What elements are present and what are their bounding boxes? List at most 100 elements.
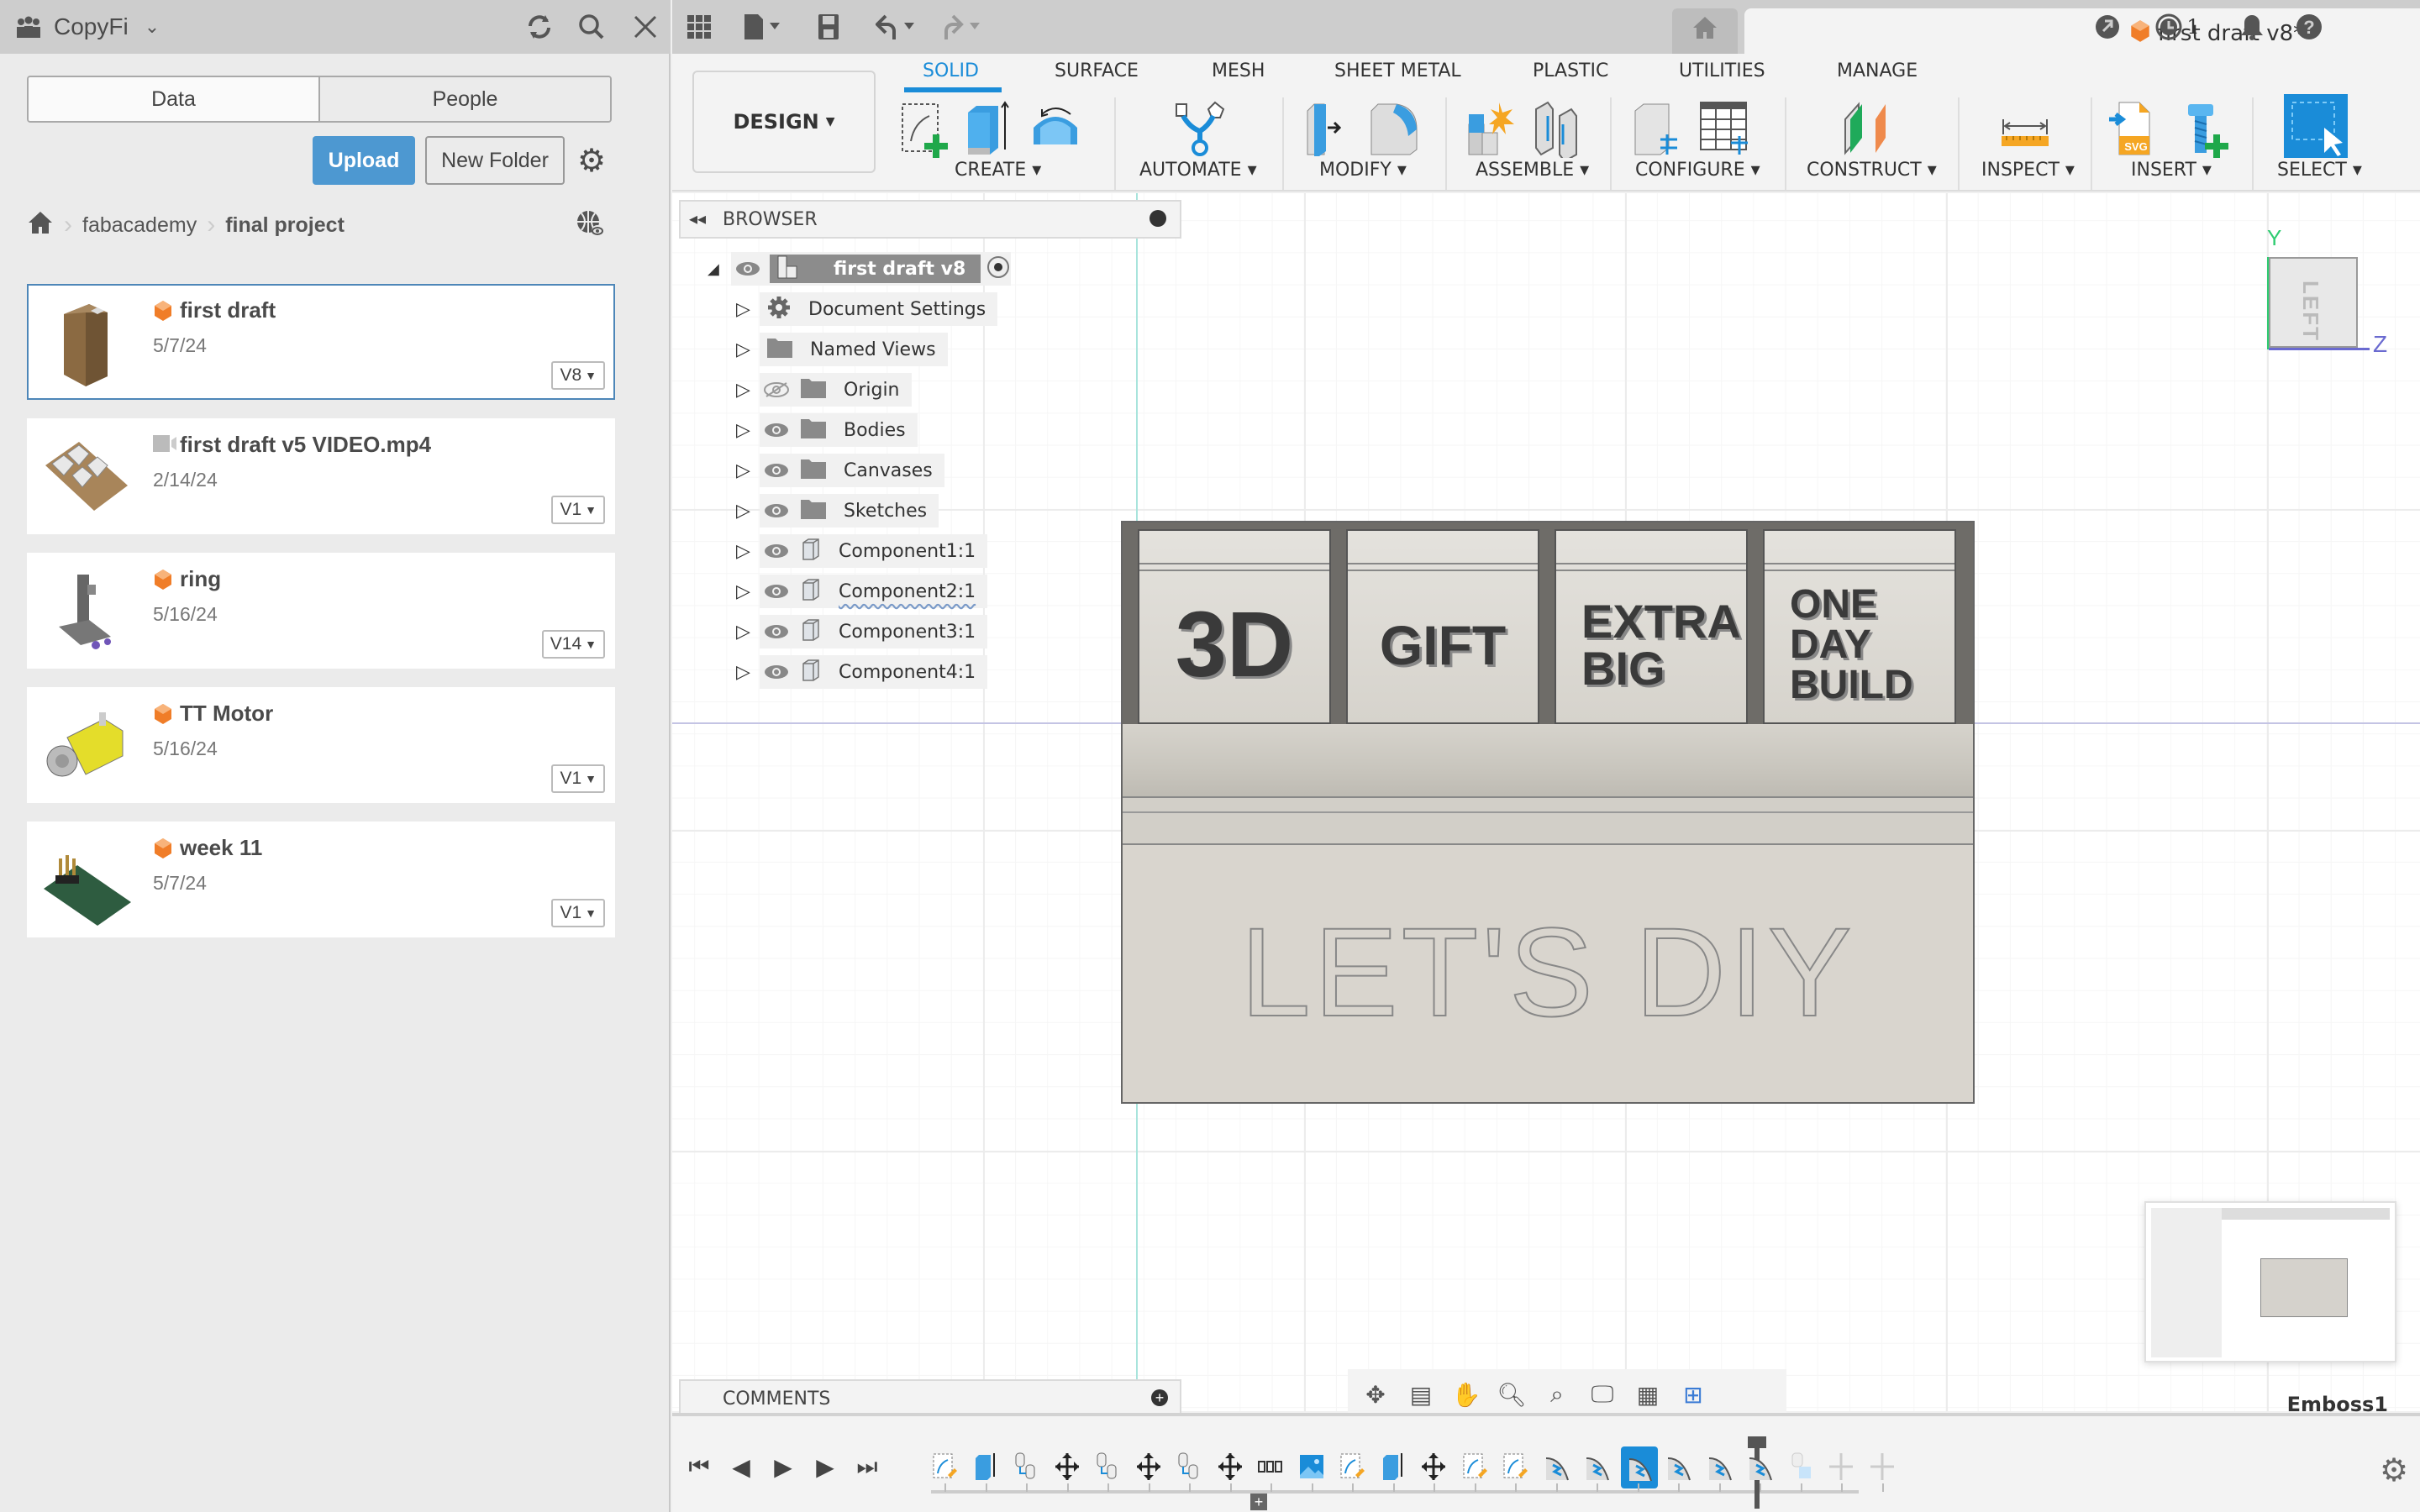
version-dropdown[interactable]: V14 ▼ [541, 630, 605, 659]
file-card[interactable]: ring 5/16/24 V14 ▼ [27, 553, 615, 669]
browser-tree-row[interactable]: ▷ Document Settings [736, 292, 998, 326]
timeline-feature-move-off-icon[interactable] [1865, 1450, 1899, 1483]
timeline-feature-emboss-icon[interactable] [1539, 1450, 1573, 1483]
step-forward-icon[interactable]: ▶ [808, 1450, 842, 1483]
team-hub-name[interactable]: CopyFi [54, 12, 129, 42]
timeline-feature-extrude-icon[interactable] [969, 1450, 1002, 1483]
close-panel-icon[interactable] [627, 12, 664, 42]
grid-settings-icon[interactable]: ▦ [1628, 1375, 1667, 1414]
version-dropdown[interactable]: V1 ▼ [551, 496, 605, 524]
expand-triangle-icon[interactable]: ▷ [736, 459, 760, 481]
tab-sheet-metal[interactable]: SHEET METAL [1334, 60, 1461, 81]
globe-visibility-icon[interactable] [575, 208, 605, 246]
tab-data[interactable]: Data [29, 77, 320, 121]
settings-gear-icon[interactable]: ⚙ [575, 144, 608, 178]
expand-triangle-icon[interactable]: ▷ [736, 540, 760, 562]
notifications-bell-icon[interactable] [2233, 10, 2270, 44]
tab-people[interactable]: People [320, 77, 610, 121]
expand-triangle-icon[interactable]: ▷ [736, 379, 760, 401]
browser-tree-row[interactable]: ▷ Canvases [736, 454, 944, 487]
collapse-browser-icon[interactable]: ◂◂ [689, 208, 706, 229]
save-icon[interactable] [810, 10, 847, 44]
insert-mcmaster-icon[interactable] [2180, 99, 2233, 158]
joint-icon[interactable] [1529, 99, 1583, 163]
go-to-start-icon[interactable]: ⏮ [682, 1450, 716, 1483]
visibility-eye-icon[interactable] [760, 663, 793, 681]
version-dropdown[interactable]: V8 ▼ [551, 361, 605, 390]
timeline-feature-canvas-icon[interactable] [1295, 1450, 1328, 1483]
expand-triangle-icon[interactable]: ▷ [736, 500, 760, 522]
group-assemble[interactable]: ASSEMBLE ▾ [1476, 160, 1589, 181]
timeline-feature-move-icon[interactable] [1213, 1450, 1247, 1483]
home-tab[interactable] [1672, 8, 1738, 54]
visibility-eye-icon[interactable] [760, 622, 793, 641]
timeline-settings-gear-icon[interactable]: ⚙ [2380, 1452, 2408, 1489]
group-insert[interactable]: INSERT ▾ [2131, 160, 2212, 181]
timeline-feature-emboss-icon[interactable] [1580, 1450, 1613, 1483]
timeline-feature-joint-icon[interactable] [1009, 1450, 1043, 1483]
timeline-feature-sketch-icon[interactable] [1458, 1450, 1491, 1483]
timeline-feature-sketch-icon[interactable] [1498, 1450, 1532, 1483]
file-menu-icon[interactable] [738, 10, 788, 44]
timeline-feature-joint-icon[interactable] [1172, 1450, 1206, 1483]
breadcrumb-item[interactable]: fabacademy [82, 213, 197, 238]
file-card[interactable]: week 11 5/7/24 V1 ▼ [27, 822, 615, 937]
version-dropdown[interactable]: V1 ▼ [551, 899, 605, 927]
visibility-eye-icon[interactable] [760, 461, 793, 480]
tab-plastic[interactable]: PLASTIC [1533, 60, 1608, 81]
browser-tree-row[interactable]: ▷ Component1:1 [736, 534, 988, 568]
help-icon[interactable]: ? [2291, 10, 2328, 44]
group-automate[interactable]: AUTOMATE ▾ [1139, 160, 1257, 181]
browser-tree-row[interactable]: ▷ Origin [736, 373, 912, 407]
browser-tree-row[interactable]: ▷ Component3:1 [736, 615, 988, 648]
tab-mesh[interactable]: MESH [1212, 60, 1265, 81]
browser-tree-row[interactable]: ▷ Bodies [736, 413, 918, 447]
timeline-feature-component-icon[interactable] [1784, 1450, 1818, 1483]
configuration-table-icon[interactable] [1697, 99, 1751, 158]
measure-icon[interactable] [1998, 99, 2052, 158]
expand-triangle-icon[interactable]: ▷ [736, 298, 760, 320]
visibility-eye-icon[interactable] [760, 542, 793, 560]
group-configure[interactable]: CONFIGURE ▾ [1635, 160, 1760, 181]
redo-icon[interactable] [936, 10, 990, 44]
collapse-triangle-icon[interactable]: ◢ [708, 260, 731, 278]
press-pull-icon[interactable] [1302, 99, 1356, 158]
timeline-feature-pattern-icon[interactable] [1254, 1450, 1287, 1483]
browser-pin-icon[interactable] [1150, 210, 1166, 227]
display-settings-icon[interactable]: 🖵 [1583, 1375, 1622, 1414]
viewports-icon[interactable]: ⊞ [1674, 1375, 1712, 1414]
group-create[interactable]: CREATE ▾ [955, 160, 1041, 181]
expand-triangle-icon[interactable]: ▷ [736, 339, 760, 360]
timeline-feature-move-icon[interactable] [1132, 1450, 1165, 1483]
refresh-icon[interactable] [521, 12, 558, 42]
chevron-down-icon[interactable]: ⌄ [139, 12, 165, 42]
group-inspect[interactable]: INSPECT ▾ [1981, 160, 2075, 181]
upload-button[interactable]: Upload [313, 136, 415, 185]
insert-svg-icon[interactable]: SVG [2107, 99, 2161, 158]
pan-hand-icon[interactable]: ✋ [1447, 1375, 1486, 1414]
zoom-icon[interactable]: 🔍︎ [1492, 1375, 1531, 1414]
home-icon[interactable] [27, 210, 54, 241]
tab-manage[interactable]: MANAGE [1837, 60, 1918, 81]
window-preview-thumbnail[interactable] [2144, 1201, 2396, 1362]
tab-utilities[interactable]: UTILITIES [1679, 60, 1765, 81]
timeline-feature-sketch-icon[interactable] [1335, 1450, 1369, 1483]
new-folder-button[interactable]: New Folder [425, 136, 565, 185]
fillet-icon[interactable] [1366, 99, 1420, 158]
fit-window-icon[interactable]: ⌕ [1538, 1375, 1576, 1414]
expand-triangle-icon[interactable]: ▷ [736, 621, 760, 643]
visibility-eye-icon[interactable] [731, 260, 765, 278]
timeline-feature-move-icon[interactable] [1050, 1450, 1084, 1483]
file-card[interactable]: TT Motor 5/16/24 V1 ▼ [27, 687, 615, 803]
visibility-eye-icon[interactable] [760, 501, 793, 520]
visibility-hidden-icon[interactable] [760, 381, 793, 399]
go-to-end-icon[interactable]: ⏭ [850, 1450, 884, 1483]
workspace-switcher[interactable]: DESIGN ▼ [692, 71, 876, 173]
new-component-icon[interactable] [1464, 99, 1518, 158]
orbit-icon[interactable]: ✥ [1356, 1375, 1395, 1414]
expand-triangle-icon[interactable]: ▷ [736, 419, 760, 441]
file-card[interactable]: first draft 5/7/24 V8 ▼ [27, 284, 615, 400]
timeline-feature-emboss-icon[interactable] [1620, 1446, 1658, 1488]
timeline-feature-emboss-icon[interactable] [1661, 1450, 1695, 1483]
extensions-icon[interactable] [2089, 10, 2126, 44]
